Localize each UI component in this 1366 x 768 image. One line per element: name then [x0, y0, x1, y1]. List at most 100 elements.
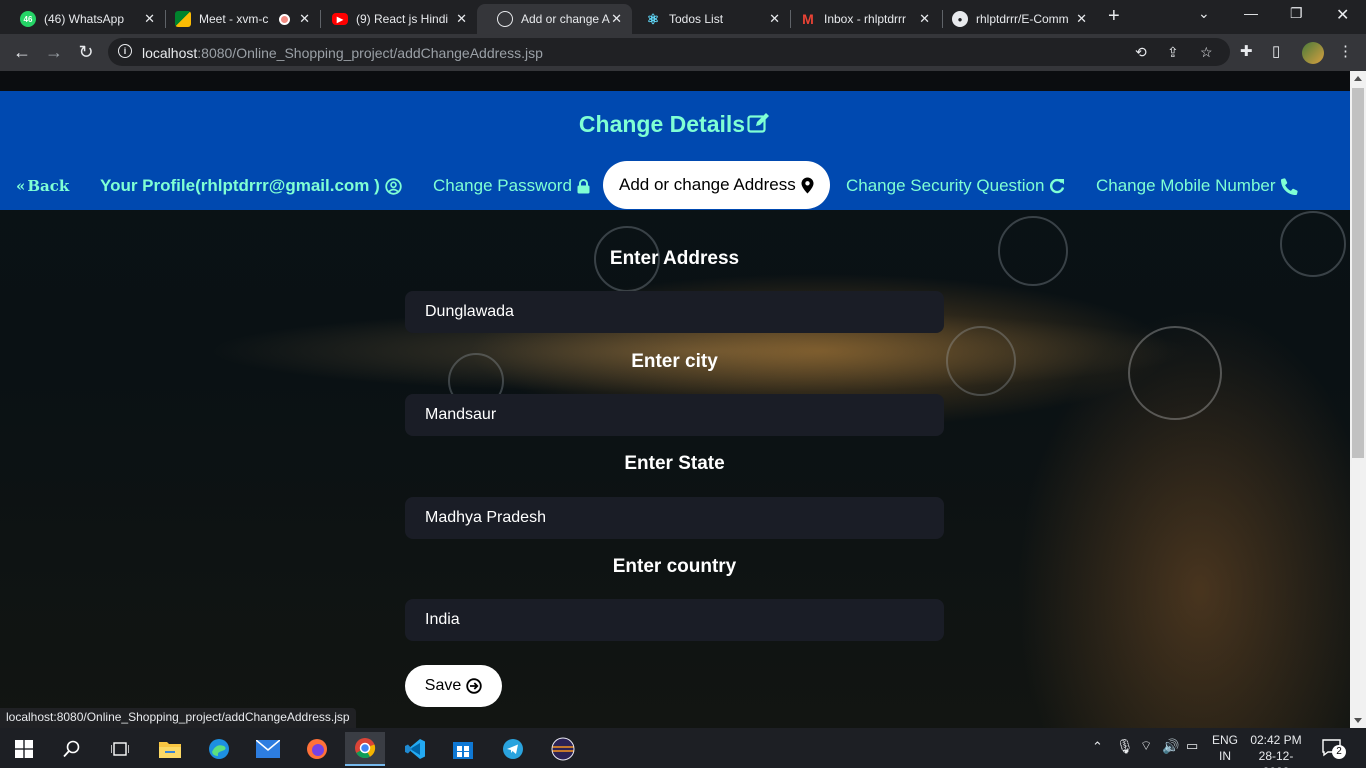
vscode-icon[interactable]: [395, 732, 435, 766]
lock-icon: [577, 178, 590, 194]
tab-add-change-address[interactable]: Add or change A ✕: [477, 4, 632, 34]
country-label: Enter country: [612, 556, 737, 577]
double-chevron-left-icon: «: [16, 177, 26, 195]
state-input[interactable]: [405, 497, 944, 539]
new-tab-button[interactable]: +: [1108, 5, 1120, 28]
file-explorer-icon[interactable]: [150, 732, 190, 766]
system-clock[interactable]: 02:42 PM 28-12-2022: [1248, 732, 1304, 768]
city-label: Enter city: [631, 351, 718, 372]
chevron-up-icon[interactable]: ⌃: [1092, 739, 1103, 755]
address-input[interactable]: [405, 291, 944, 333]
side-panel-icon[interactable]: ▯: [1272, 42, 1280, 60]
city-input[interactable]: [405, 394, 944, 436]
globe-icon: [497, 11, 513, 27]
menu-kebab-icon[interactable]: ⋮: [1338, 42, 1353, 60]
decor-globe-icon: [998, 216, 1068, 286]
task-view-icon[interactable]: [100, 732, 140, 766]
tab-youtube[interactable]: ▶ (9) React js Hindi ✕: [312, 4, 477, 34]
extensions-icon[interactable]: ✚: [1240, 42, 1253, 60]
store-icon[interactable]: [443, 732, 483, 766]
tab-title: rhlptdrrr/E-Comm: [976, 12, 1069, 26]
close-tab-icon[interactable]: ✕: [919, 11, 930, 27]
tab-title: Add or change A: [521, 12, 610, 26]
scroll-thumb[interactable]: [1352, 88, 1364, 458]
close-tab-icon[interactable]: ✕: [1076, 11, 1087, 27]
wifi-icon[interactable]: ⌔: [1140, 738, 1152, 754]
country-input[interactable]: [405, 599, 944, 641]
restore-button[interactable]: ❐: [1290, 5, 1303, 22]
refresh-icon: [1049, 178, 1065, 194]
whatsapp-icon: 46: [20, 11, 36, 27]
nav-change-security-question[interactable]: Change Security Question: [846, 169, 1065, 203]
reload-icon[interactable]: ↻: [74, 40, 98, 64]
edge-icon[interactable]: [199, 732, 239, 766]
close-tab-icon[interactable]: ✕: [456, 11, 467, 27]
eclipse-icon[interactable]: [543, 732, 583, 766]
save-button[interactable]: Save: [405, 665, 502, 707]
tab-todos[interactable]: ⚛ Todos List ✕: [625, 4, 790, 34]
tab-title: Meet - xvm-c: [199, 12, 269, 26]
close-tab-icon[interactable]: ✕: [769, 11, 780, 27]
tab-title: (9) React js Hindi: [356, 12, 449, 26]
page-header: Change Details «Back Your Profile(rhlptd…: [0, 91, 1350, 210]
decor-bulb-icon: [946, 326, 1016, 396]
bookmark-star-icon[interactable]: ☆: [1200, 44, 1213, 61]
react-icon: ⚛: [646, 10, 660, 27]
volume-icon[interactable]: 🔊: [1162, 738, 1179, 755]
share-icon[interactable]: ⇪: [1167, 44, 1179, 61]
map-marker-icon: [801, 177, 814, 194]
close-tab-icon[interactable]: ✕: [299, 11, 310, 27]
mail-icon[interactable]: [248, 732, 288, 766]
battery-icon[interactable]: ▭: [1186, 738, 1198, 754]
nav-your-profile[interactable]: Your Profile(rhlptdrrr@gmail.com ): [100, 169, 402, 203]
tab-github[interactable]: ● rhlptdrrr/E-Comm ✕: [932, 4, 1097, 34]
url-text: localhost:8080/Online_Shopping_project/a…: [142, 45, 543, 61]
site-info-icon[interactable]: i: [118, 44, 132, 58]
settings-nav: «Back Your Profile(rhlptdrrr@gmail.com )…: [0, 161, 1350, 211]
phone-icon: [1280, 177, 1298, 195]
gmail-icon: M: [802, 11, 814, 27]
meet-icon: [175, 11, 191, 27]
back-link[interactable]: «Back: [16, 169, 69, 203]
nav-change-password[interactable]: Change Password: [433, 169, 590, 203]
decor-bank-icon: [1128, 326, 1222, 420]
page-scrollbar[interactable]: [1350, 71, 1366, 728]
language-indicator[interactable]: ENG IN: [1212, 732, 1238, 764]
nav-change-mobile-number[interactable]: Change Mobile Number: [1096, 169, 1298, 203]
profile-avatar[interactable]: [1302, 42, 1324, 64]
scroll-down-icon[interactable]: [1354, 718, 1362, 723]
close-tab-icon[interactable]: ✕: [144, 11, 155, 27]
scroll-up-icon[interactable]: [1354, 76, 1362, 81]
tab-search-icon[interactable]: ⌄: [1198, 5, 1210, 22]
arrow-circle-right-icon: [466, 678, 482, 694]
github-icon: ●: [952, 11, 968, 27]
telegram-icon[interactable]: [493, 732, 533, 766]
nav-add-change-address[interactable]: Add or change Address: [603, 161, 830, 209]
firefox-icon[interactable]: [297, 732, 337, 766]
windows-taskbar: ⌃ 🎙 ⌔ 🔊 ▭ ENG IN 02:42 PM 28-12-2022 2: [0, 728, 1366, 768]
page-title: Change Details: [0, 111, 1350, 140]
link-status-bubble: localhost:8080/Online_Shopping_project/a…: [0, 708, 356, 728]
tab-gmail[interactable]: M Inbox - rhlptdrrr ✕: [780, 4, 940, 34]
recording-icon: [279, 14, 290, 25]
notification-center-icon[interactable]: 2: [1322, 739, 1346, 762]
edit-icon: [747, 112, 771, 140]
tab-whatsapp[interactable]: 46 (46) WhatsApp ✕: [0, 4, 165, 34]
chrome-icon[interactable]: [345, 732, 385, 766]
web-page: Change Details «Back Your Profile(rhlptd…: [0, 71, 1350, 728]
windows-start-icon[interactable]: [4, 732, 44, 766]
translate-icon[interactable]: ⟲: [1135, 44, 1147, 61]
close-tab-icon[interactable]: ✕: [611, 11, 622, 27]
forward-arrow-icon[interactable]: →: [42, 40, 66, 64]
close-window-button[interactable]: ✕: [1336, 5, 1349, 25]
tab-title: Inbox - rhlptdrrr: [824, 12, 907, 26]
decor-lock-icon: [1280, 211, 1346, 277]
search-icon[interactable]: [52, 732, 92, 766]
minimize-button[interactable]: —: [1244, 5, 1258, 21]
state-label: Enter State: [624, 453, 725, 474]
tab-meet[interactable]: Meet - xvm-c ✕: [155, 4, 320, 34]
back-arrow-icon[interactable]: ←: [10, 40, 34, 64]
tab-title: (46) WhatsApp: [44, 12, 125, 26]
microphone-icon[interactable]: 🎙: [1116, 738, 1134, 755]
address-bar[interactable]: i localhost:8080/Online_Shopping_project…: [108, 38, 1230, 66]
